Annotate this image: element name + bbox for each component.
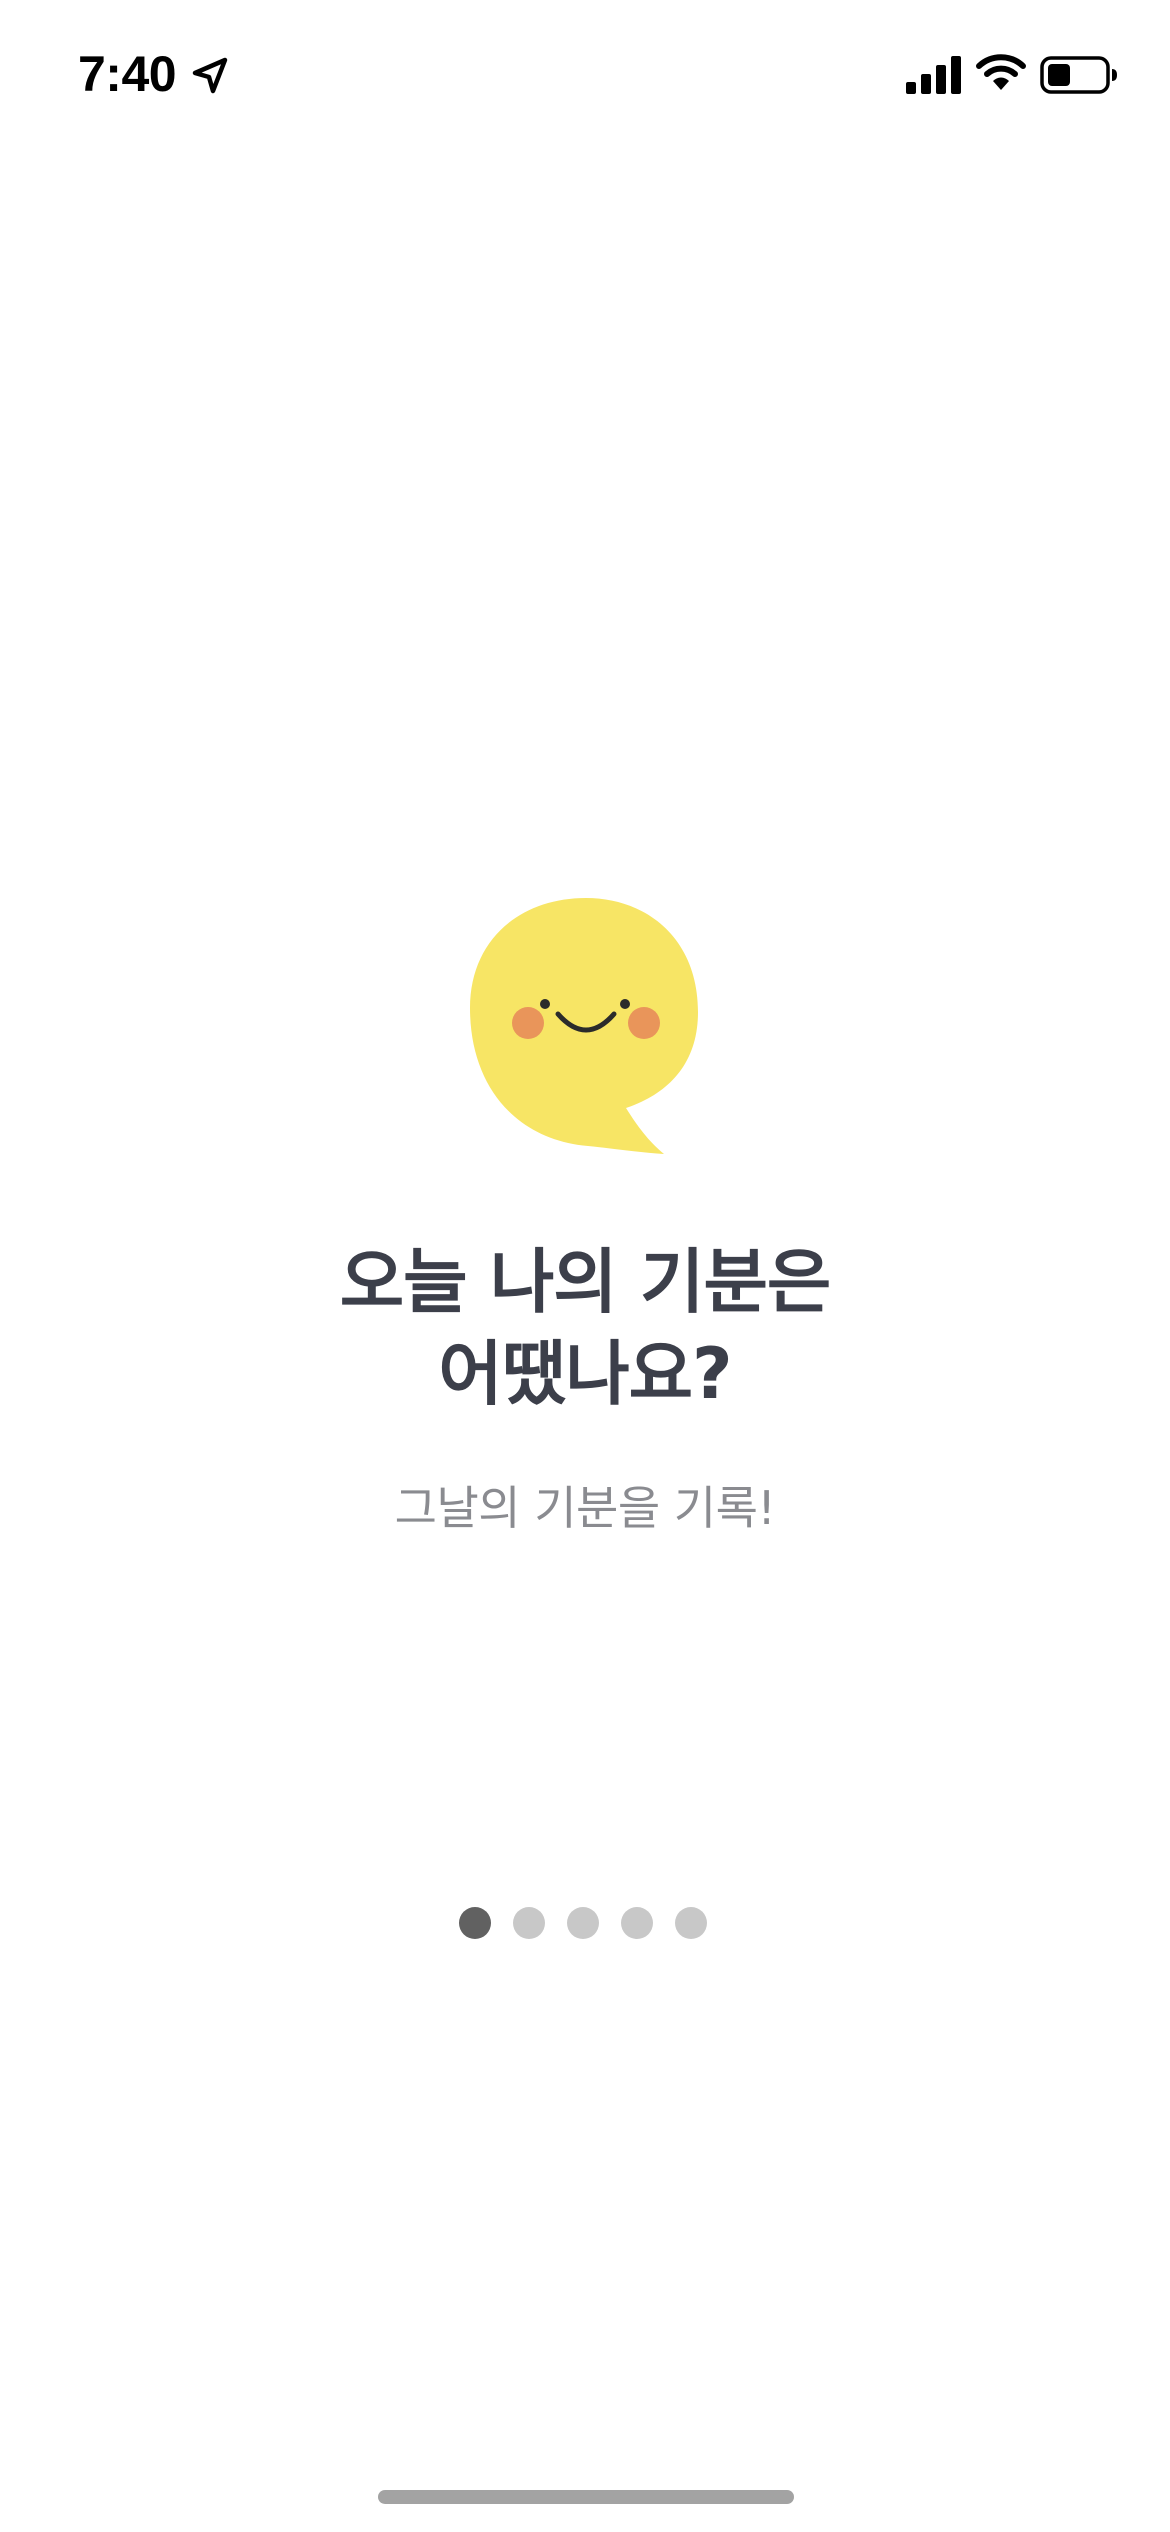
page-indicator[interactable] xyxy=(459,1907,719,1939)
status-bar: 7:40 xyxy=(0,0,1170,150)
onboarding-title: 오늘 나의 기분은 어땠나요? xyxy=(185,1236,985,1420)
onboarding-subtitle: 그날의 기분을 기록! xyxy=(394,1481,776,1535)
page-dot-2[interactable] xyxy=(513,1907,545,1939)
cellular-signal-icon xyxy=(906,56,961,94)
wifi-icon xyxy=(976,54,1026,90)
page-dot-1[interactable] xyxy=(459,1907,491,1939)
status-time: 7:40 xyxy=(78,46,177,102)
home-indicator[interactable] xyxy=(378,2490,794,2504)
smiling-speech-bubble-icon xyxy=(470,898,698,1154)
page-dot-4[interactable] xyxy=(621,1907,653,1939)
page-dot-5[interactable] xyxy=(675,1907,707,1939)
onboarding-title-line1: 오늘 나의 기분은 xyxy=(339,1241,832,1323)
battery-icon xyxy=(1040,56,1117,94)
onboarding-title-line2: 어땠나요? xyxy=(438,1333,732,1415)
page-dot-3[interactable] xyxy=(567,1907,599,1939)
location-arrow-icon xyxy=(192,57,228,94)
